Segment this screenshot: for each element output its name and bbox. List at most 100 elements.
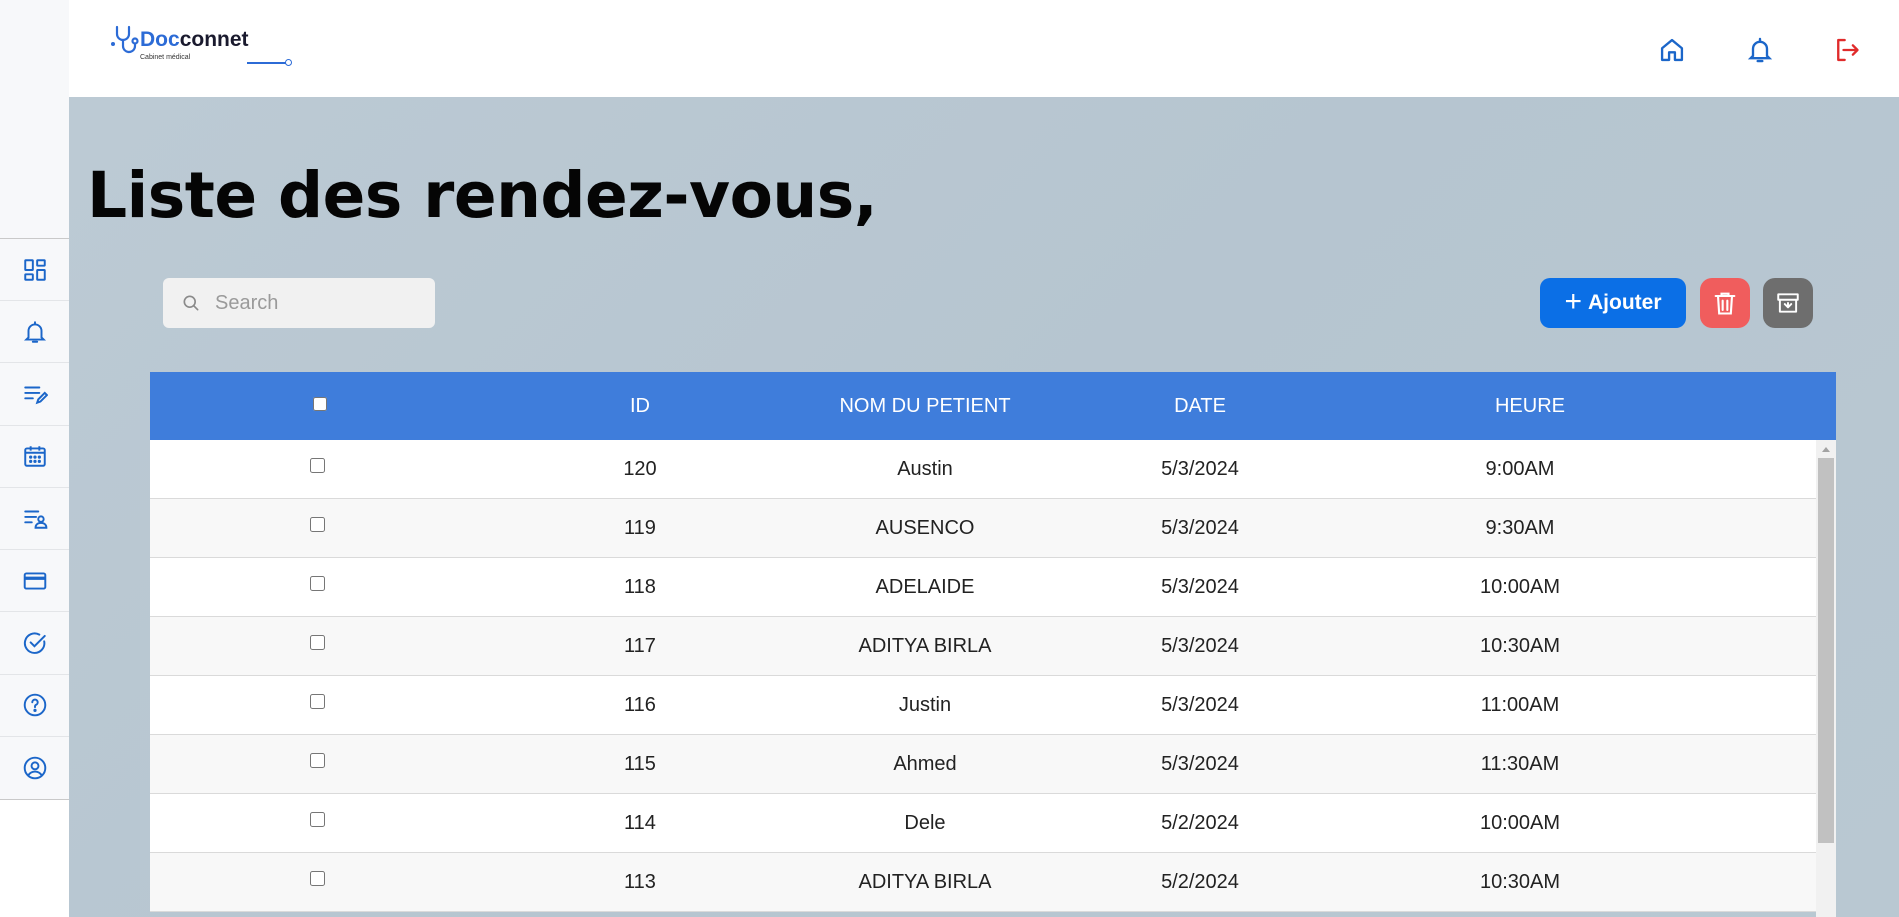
credit-card-icon (23, 572, 46, 590)
plus-icon: + (1564, 284, 1583, 318)
cell-patient-name: ADELAIDE (875, 576, 975, 598)
table-row[interactable]: 115 Ahmed 5/3/2024 11:30AM (150, 735, 1816, 794)
cell-id: 113 (624, 871, 656, 893)
bell-icon (1747, 37, 1773, 63)
cell-time: 10:30AM (1479, 871, 1561, 893)
table-row[interactable]: 118 ADELAIDE 5/3/2024 10:00AM (150, 558, 1816, 617)
cell-time: 11:00AM (1480, 694, 1560, 716)
scroll-up-arrow[interactable] (1816, 440, 1836, 458)
sidebar-item-payments[interactable] (0, 550, 69, 613)
cell-date: 5/3/2024 (1161, 576, 1239, 598)
cell-date: 5/3/2024 (1161, 458, 1239, 480)
user-circle-icon (23, 756, 46, 780)
cell-id: 120 (623, 458, 657, 480)
search-icon (183, 295, 199, 311)
select-all-checkbox[interactable] (313, 397, 327, 411)
cell-id: 116 (624, 694, 656, 716)
cell-date: 5/3/2024 (1161, 694, 1239, 716)
help-circle-icon (23, 693, 46, 717)
table-row[interactable]: 120 Austin 5/3/2024 9:00AM (150, 440, 1816, 499)
bell-icon (23, 321, 46, 343)
cell-patient-name: ADITYA BIRLA (858, 871, 992, 893)
row-checkbox[interactable] (310, 753, 325, 768)
row-checkbox[interactable] (310, 871, 325, 886)
table-row[interactable]: 117 ADITYA BIRLA 5/3/2024 10:30AM (150, 617, 1816, 676)
cell-patient-name: Justin (898, 694, 952, 716)
notifications-button[interactable] (1746, 36, 1774, 64)
calendar-icon (23, 446, 46, 467)
archive-icon (1777, 293, 1799, 313)
home-icon (1660, 38, 1684, 62)
row-checkbox[interactable] (310, 694, 325, 709)
delete-button[interactable] (1700, 278, 1750, 328)
table-row[interactable]: 116 Justin 5/3/2024 11:00AM (150, 676, 1816, 735)
sidebar-top-spacer (0, 0, 69, 238)
trash-icon (1714, 292, 1736, 315)
cell-id: 114 (624, 812, 656, 834)
stethoscope-icon (111, 25, 139, 54)
logo-underline (247, 62, 287, 64)
column-header-time[interactable]: HEURE (1470, 372, 1590, 440)
cell-date: 5/2/2024 (1161, 812, 1239, 834)
cell-patient-name: AUSENCO (875, 517, 975, 539)
sidebar-item-profile[interactable] (0, 737, 69, 799)
edit-list-icon (23, 386, 48, 405)
cell-patient-name: Ahmed (893, 753, 957, 775)
logout-icon (1837, 38, 1859, 62)
cell-patient-name: Austin (897, 458, 953, 480)
scroll-thumb[interactable] (1818, 458, 1834, 843)
search-input[interactable] (213, 290, 417, 316)
logo-text: Docconnet (140, 28, 249, 51)
cell-time: 10:00AM (1479, 576, 1561, 598)
row-checkbox[interactable] (310, 458, 325, 473)
sidebar-item-help[interactable] (0, 675, 69, 737)
cell-date: 5/3/2024 (1161, 753, 1239, 775)
logo-dot (285, 59, 292, 66)
cell-date: 5/3/2024 (1161, 517, 1239, 539)
sidebar-item-notes[interactable] (0, 363, 69, 426)
top-header: Docconnet Cabinet médical (69, 0, 1899, 97)
cell-time: 11:30AM (1480, 753, 1560, 775)
cell-patient-name: ADITYA BIRLA (858, 635, 992, 657)
cell-time: 9:30AM (1485, 517, 1555, 539)
table-row[interactable]: 114 Dele 5/2/2024 10:00AM (150, 794, 1816, 853)
sidebar-item-calendar[interactable] (0, 426, 69, 488)
cell-time: 9:00AM (1485, 458, 1555, 480)
cell-id: 115 (624, 753, 656, 775)
search-box[interactable] (163, 278, 435, 328)
cell-id: 117 (624, 635, 656, 657)
cell-id: 118 (624, 576, 656, 598)
cell-patient-name: Dele (904, 812, 946, 834)
main-content: Liste des rendez-vous, + Ajouter ID NOM … (69, 97, 1899, 917)
sidebar-item-tasks[interactable] (0, 612, 69, 675)
home-button[interactable] (1658, 36, 1686, 64)
archive-button[interactable] (1763, 278, 1813, 328)
column-header-date[interactable]: DATE (1150, 372, 1250, 440)
sidebar-item-notifications[interactable] (0, 301, 69, 364)
column-header-id[interactable]: ID (610, 372, 670, 440)
cell-date: 5/3/2024 (1161, 635, 1239, 657)
add-button[interactable]: + Ajouter (1540, 278, 1686, 328)
cell-id: 119 (624, 517, 656, 539)
cell-time: 10:00AM (1479, 812, 1561, 834)
table-body: 120 Austin 5/3/2024 9:00AM 119 AUSENCO 5/3/202… (150, 440, 1816, 912)
row-checkbox[interactable] (310, 635, 325, 650)
add-button-label: Ajouter (1588, 291, 1662, 314)
logo[interactable]: Docconnet Cabinet médical (107, 24, 292, 70)
table-row[interactable]: 113 ADITYA BIRLA 5/2/2024 10:30AM (150, 853, 1816, 912)
check-circle-icon (23, 632, 46, 654)
table-scrollbar[interactable] (1816, 440, 1836, 917)
row-checkbox[interactable] (310, 812, 325, 827)
logout-button[interactable] (1833, 36, 1861, 64)
row-checkbox[interactable] (310, 517, 325, 532)
dashboard-icon (23, 258, 46, 281)
sidebar-item-dashboard[interactable] (0, 239, 69, 302)
sidebar-item-patients[interactable] (0, 488, 69, 551)
logo-subtitle: Cabinet médical (140, 54, 191, 61)
row-checkbox[interactable] (310, 576, 325, 591)
table-row[interactable]: 119 AUSENCO 5/3/2024 9:30AM (150, 499, 1816, 558)
table-header: ID NOM DU PETIENT DATE HEURE (150, 372, 1836, 440)
sidebar (0, 238, 69, 800)
column-header-patient-name[interactable]: NOM DU PETIENT (800, 372, 1050, 440)
cell-time: 10:30AM (1479, 635, 1561, 657)
